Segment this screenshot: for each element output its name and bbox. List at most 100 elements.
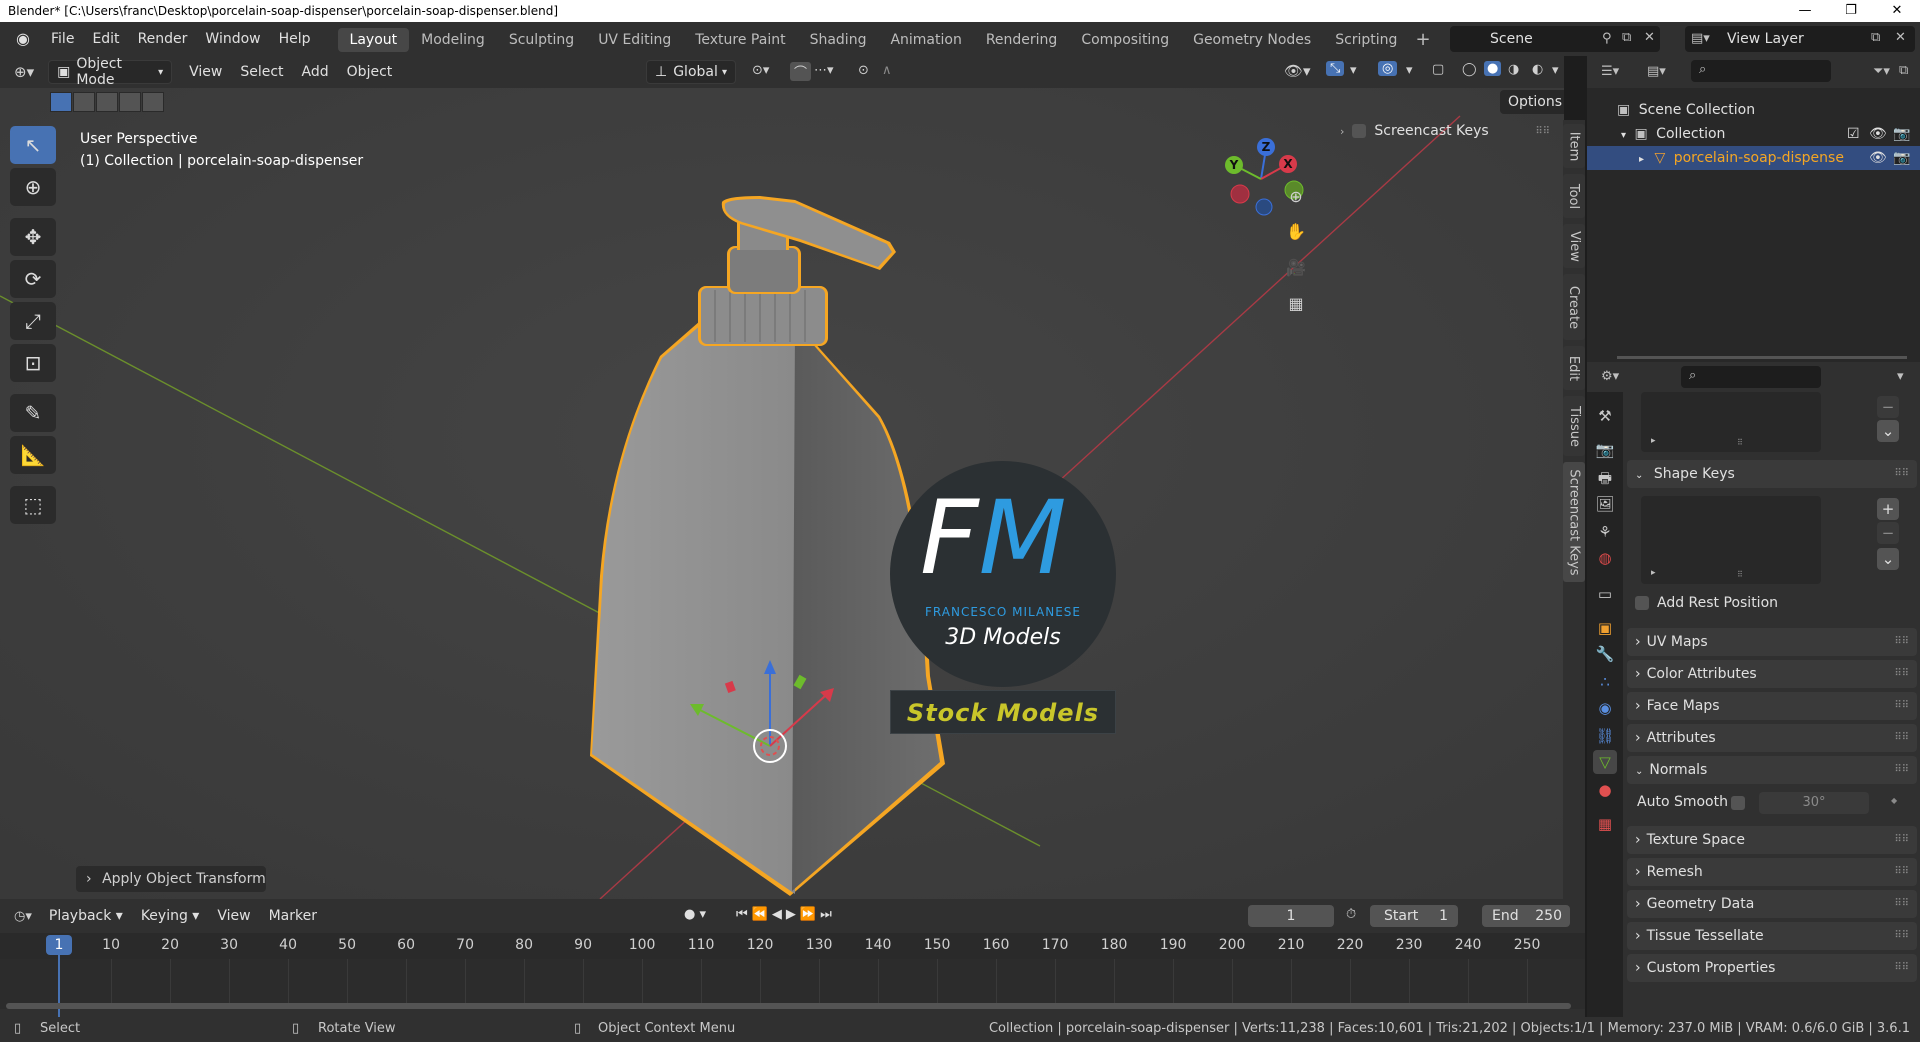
texture-tab-icon[interactable]: ▦ bbox=[1593, 812, 1617, 836]
editor-type-icon[interactable]: ⊕▾ bbox=[14, 63, 34, 81]
list-resize-grip-icon[interactable]: ⠿ bbox=[1737, 570, 1743, 579]
snap-target-icon[interactable]: ⋯▾ bbox=[814, 63, 834, 78]
close-window-button[interactable]: ✕ bbox=[1874, 0, 1920, 22]
xray-icon[interactable]: ▢ bbox=[1432, 62, 1444, 77]
drag-grip-icon[interactable]: ⠿⠿ bbox=[1894, 954, 1909, 982]
drag-grip-icon[interactable]: ⠿⠿ bbox=[1894, 724, 1909, 752]
screencast-keys-panel[interactable]: › Screencast Keys ⠿⠿ bbox=[1340, 118, 1550, 144]
sidebar-tab-view[interactable]: View bbox=[1563, 224, 1585, 268]
gizmo-toggle-icon[interactable]: ⤡ bbox=[1326, 61, 1345, 76]
viewport-menu-add[interactable]: Add bbox=[293, 64, 338, 80]
play-icon[interactable]: ▶ bbox=[786, 907, 800, 922]
object-properties-tab-icon[interactable]: ▣ bbox=[1593, 616, 1617, 640]
sidebar-tab-tissue[interactable]: Tissue bbox=[1563, 396, 1585, 456]
ortho-toggle-icon[interactable]: ▦ bbox=[1281, 289, 1311, 319]
physics-tab-icon[interactable]: ◉ bbox=[1593, 696, 1617, 720]
add-cube-tool-icon[interactable]: ⬚ bbox=[10, 486, 56, 524]
scene-selector[interactable]: Scene ⚲ ⧉ ✕ bbox=[1450, 26, 1660, 52]
menu-render[interactable]: Render bbox=[129, 22, 197, 56]
last-operator-panel[interactable]: › Apply Object Transform bbox=[76, 866, 266, 892]
pan-hand-icon[interactable]: ✋ bbox=[1281, 217, 1311, 247]
list-resize-grip-icon[interactable]: ⠿ bbox=[1737, 438, 1743, 447]
visibility-eye-icon[interactable]: 👁 bbox=[1869, 146, 1887, 170]
snap-icon[interactable]: ⌒ bbox=[790, 62, 812, 81]
section-attributes[interactable]: › Attributes ⠿⠿ bbox=[1627, 724, 1917, 752]
select-extend-icon[interactable] bbox=[73, 92, 95, 112]
pin-icon[interactable]: ⚲ bbox=[1602, 31, 1612, 46]
overlays-icon[interactable]: ◎ bbox=[1378, 61, 1398, 76]
output-properties-tab-icon[interactable]: 🖶 bbox=[1593, 466, 1617, 490]
auto-smooth-checkbox[interactable] bbox=[1731, 796, 1745, 810]
section-custom-properties[interactable]: › Custom Properties ⠿⠿ bbox=[1627, 954, 1917, 982]
render-properties-tab-icon[interactable]: 📷 bbox=[1593, 438, 1617, 462]
viewport-scene[interactable] bbox=[0, 56, 1564, 899]
outliner-row-collection[interactable]: ▾ ▣ Collection ☑ 👁 📷 bbox=[1587, 122, 1920, 146]
annotate-tool-icon[interactable]: ✎ bbox=[10, 394, 56, 432]
tool-properties-tab-icon[interactable]: ⚒ bbox=[1593, 404, 1617, 428]
drag-grip-icon[interactable]: ⠿⠿ bbox=[1894, 628, 1909, 656]
exclude-checkbox-icon[interactable]: ☑ bbox=[1847, 122, 1860, 146]
sidebar-tab-screencast-keys[interactable]: Screencast Keys bbox=[1563, 462, 1585, 582]
timeline-frame-ruler[interactable]: 10 20 30 40 50 60 70 80 90 100 110 120 130 140 150 160 1… bbox=[0, 933, 1585, 959]
timeline-editor[interactable]: ◷▾ Playback ▾ Keying ▾ View Marker ● ▾ ⏮… bbox=[0, 899, 1585, 1017]
cursor-tool-icon[interactable]: ⊕ bbox=[10, 168, 56, 206]
properties-search-input[interactable]: ⌕ bbox=[1681, 366, 1821, 388]
sidebar-tab-create[interactable]: Create bbox=[1563, 274, 1585, 340]
section-normals[interactable]: ⌄ Normals ⠿⠿ bbox=[1627, 756, 1917, 784]
drag-grip-icon[interactable]: ⠿⠿ bbox=[1894, 826, 1909, 854]
animate-property-icon[interactable]: ◆ bbox=[1891, 796, 1897, 805]
outliner-scrollbar[interactable] bbox=[1617, 356, 1907, 359]
render-camera-icon[interactable]: 📷 bbox=[1893, 122, 1910, 146]
gizmo-dropdown-icon[interactable]: ▾ bbox=[1350, 63, 1357, 78]
select-subtract-icon[interactable] bbox=[96, 92, 118, 112]
drag-grip-icon[interactable]: ⠿⠿ bbox=[1894, 660, 1909, 688]
sidebar-tab-tool[interactable]: Tool bbox=[1563, 174, 1585, 218]
view-layer-tab-icon[interactable]: 🖼 bbox=[1593, 492, 1617, 516]
jump-start-icon[interactable]: ⏮ bbox=[736, 907, 752, 922]
viewport-3d[interactable]: FM FRANCESCO MILANESE 3D Models Stock Mo… bbox=[0, 56, 1564, 899]
material-shading-icon[interactable]: ◑ bbox=[1508, 62, 1519, 77]
menu-edit[interactable]: Edit bbox=[83, 22, 128, 56]
transform-orientation-dropdown[interactable]: ⊥ Global ▾ bbox=[646, 60, 736, 84]
drag-grip-icon[interactable]: ⠿⠿ bbox=[1894, 858, 1909, 886]
scale-tool-icon[interactable]: ⤢ bbox=[10, 302, 56, 340]
outliner-row-scene-collection[interactable]: ▣ Scene Collection bbox=[1587, 98, 1920, 122]
scene-properties-tab-icon[interactable]: ⚘ bbox=[1593, 520, 1617, 544]
modifier-properties-tab-icon[interactable]: 🔧 bbox=[1593, 642, 1617, 666]
tab-texture-paint[interactable]: Texture Paint bbox=[683, 28, 797, 52]
record-keyframes-icon[interactable]: ● ▾ bbox=[684, 907, 706, 922]
world-properties-tab-icon[interactable]: ◍ bbox=[1593, 546, 1617, 570]
render-camera-icon[interactable]: 📷 bbox=[1893, 146, 1910, 170]
drag-grip-icon[interactable]: ⠿⠿ bbox=[1894, 922, 1909, 950]
remove-shape-key-button[interactable]: − bbox=[1877, 522, 1899, 544]
outliner-editor[interactable]: ☰▾ ▤▾ ⌕ ⏷▾ ⧉ ▣ Scene Collection ▾ ▣ Coll… bbox=[1587, 56, 1920, 362]
stopwatch-icon[interactable]: ⏱ bbox=[1346, 907, 1356, 922]
timeline-editor-type-icon[interactable]: ◷▾ bbox=[14, 909, 32, 924]
gizmo-neg-z-axis[interactable] bbox=[1255, 198, 1273, 216]
filter-icon[interactable]: ⏷▾ bbox=[1873, 64, 1890, 79]
sidebar-tab-item[interactable]: Item bbox=[1563, 124, 1585, 168]
playhead[interactable]: 1 bbox=[46, 935, 72, 955]
tab-uv-editing[interactable]: UV Editing bbox=[586, 28, 683, 52]
new-scene-icon[interactable]: ⧉ bbox=[1622, 30, 1631, 45]
timeline-scrollbar[interactable] bbox=[6, 1003, 1571, 1009]
tab-animation[interactable]: Animation bbox=[878, 28, 973, 52]
timeline-menu-view[interactable]: View bbox=[208, 908, 259, 924]
new-collection-icon[interactable]: ⧉ bbox=[1899, 63, 1908, 78]
section-face-maps[interactable]: › Face Maps ⠿⠿ bbox=[1627, 692, 1917, 720]
expand-arrow-icon[interactable]: ▾ bbox=[1621, 130, 1626, 141]
tab-sculpting[interactable]: Sculpting bbox=[497, 28, 586, 52]
select-intersect-icon[interactable] bbox=[142, 92, 164, 112]
visibility-icon[interactable]: 👁▾ bbox=[1284, 62, 1311, 80]
properties-content[interactable]: ▸ ⠿ − ⌄ ⌄ Shape Keys ⠿⠿ ▸ ⠿ + − ⌄ Add Re… bbox=[1625, 392, 1920, 1017]
add-rest-position-checkbox[interactable] bbox=[1635, 596, 1649, 610]
select-box-tool-icon[interactable]: ↖ bbox=[10, 126, 56, 164]
start-frame-field[interactable]: Start 1 bbox=[1370, 905, 1458, 927]
timeline-track-area[interactable] bbox=[0, 959, 1585, 1009]
tab-geometry-nodes[interactable]: Geometry Nodes bbox=[1181, 28, 1323, 52]
timeline-menu-keying[interactable]: Keying ▾ bbox=[132, 908, 209, 924]
section-shape-keys[interactable]: ⌄ Shape Keys ⠿⠿ bbox=[1627, 460, 1917, 488]
delete-scene-icon[interactable]: ✕ bbox=[1644, 30, 1655, 45]
tab-rendering[interactable]: Rendering bbox=[974, 28, 1070, 52]
tab-scripting[interactable]: Scripting bbox=[1323, 28, 1409, 52]
